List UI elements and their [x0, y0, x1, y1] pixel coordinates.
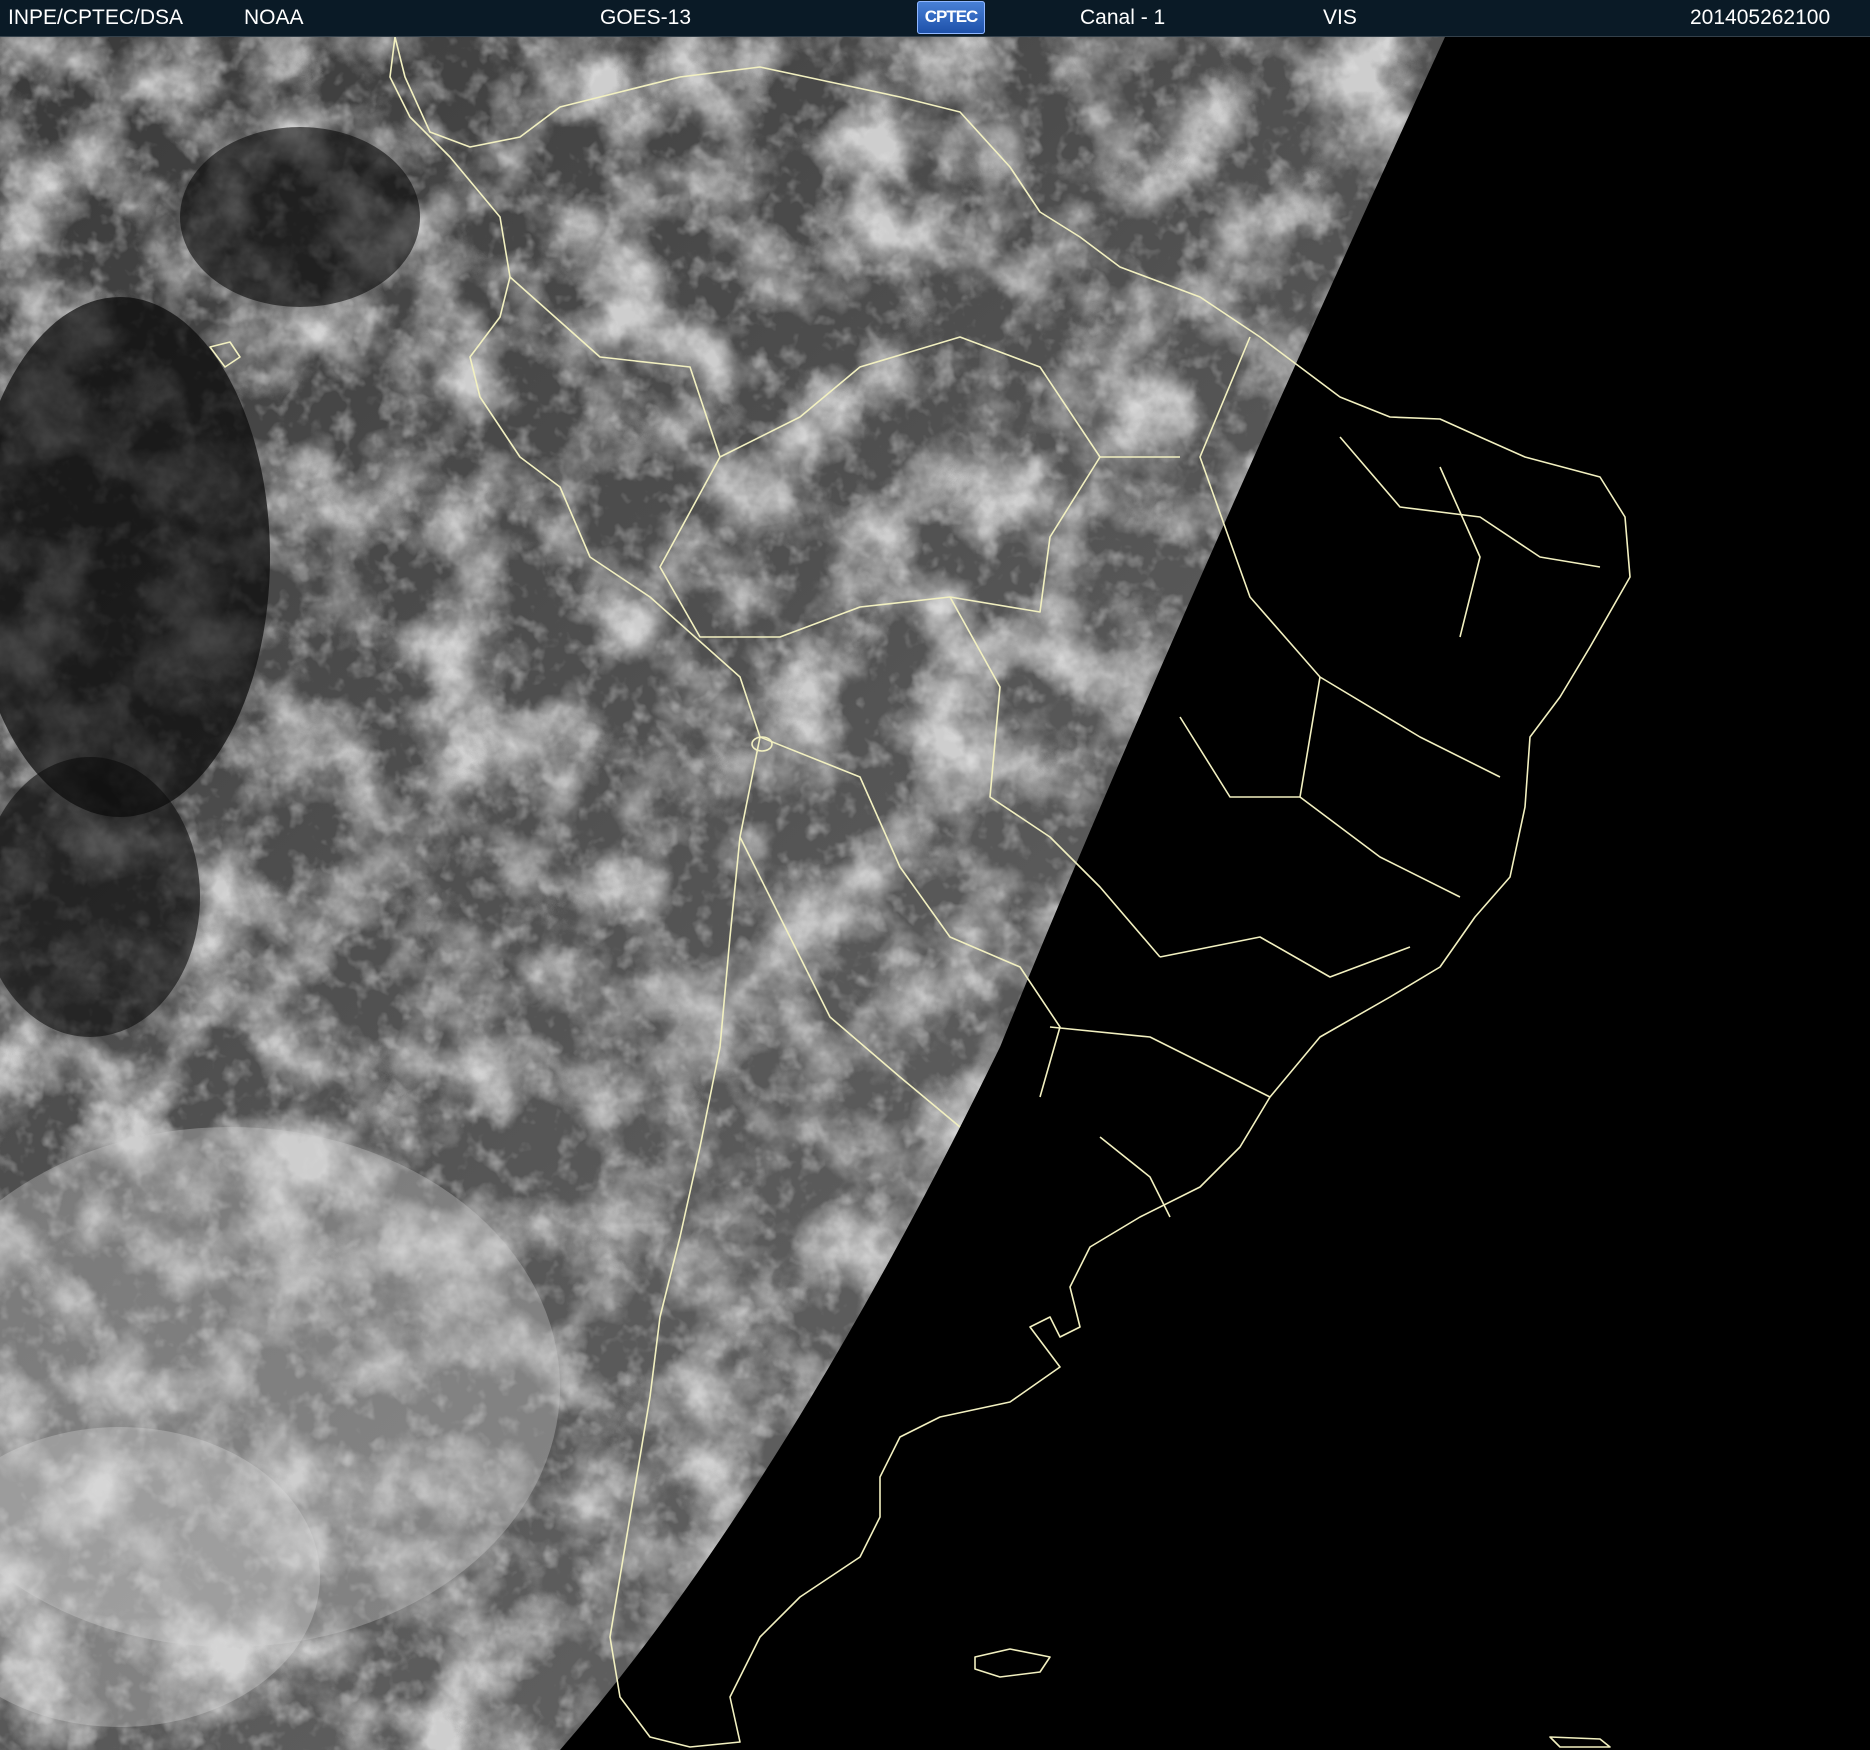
title-bar: INPE/CPTEC/DSA NOAA GOES-13 CPTEC Canal … [0, 0, 1870, 37]
satellite-image [0, 37, 1870, 1750]
band-label: VIS [1323, 6, 1357, 29]
cptec-logo: CPTEC [917, 1, 985, 34]
agency-label: INPE/CPTEC/DSA [8, 6, 184, 29]
satellite-label: GOES-13 [600, 6, 692, 29]
timestamp-label: 201405262100 [1690, 6, 1831, 29]
source-label: NOAA [244, 6, 304, 29]
channel-label: Canal - 1 [1080, 6, 1166, 29]
logo-text: CPTEC [924, 7, 979, 26]
